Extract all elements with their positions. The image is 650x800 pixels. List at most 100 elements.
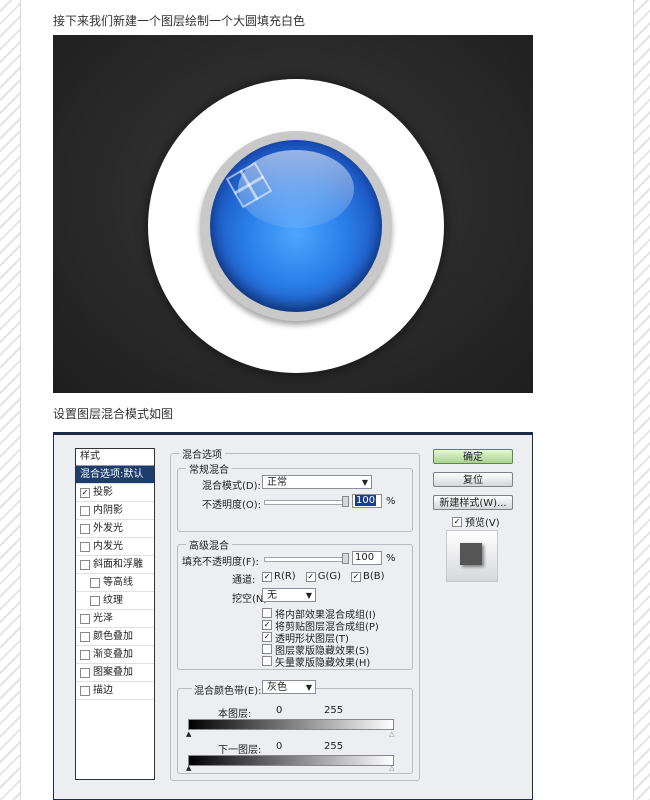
style-item-10[interactable]: 渐变叠加 [76,646,154,664]
ok-button[interactable]: 确定 [433,449,513,464]
white-circle [148,79,444,373]
style-item-6[interactable]: 等高线 [76,574,154,592]
channel-check-icon[interactable]: ✓ [262,571,272,582]
underlying-layer-gradient [188,755,394,766]
styles-header: 样式 [76,449,154,466]
underlying-layer-label: 下一图层: [218,745,262,756]
advanced-option-checkbox[interactable] [262,608,272,618]
advanced-option-checkbox[interactable]: ✓ [262,620,272,630]
fill-opacity-slider[interactable] [264,557,348,562]
style-item-checkbox[interactable] [80,649,90,660]
style-item-label: 纹理 [103,595,123,606]
style-item-8[interactable]: 光泽 [76,610,154,628]
button-render-image [53,35,533,393]
style-item-0[interactable]: 混合选项:默认 [76,466,154,484]
style-item-checkbox[interactable] [80,523,90,534]
chevron-down-icon: ▼ [361,478,368,487]
advanced-option-checkbox[interactable] [262,656,272,666]
channel-checkbox-0[interactable]: ✓ R(R) [262,571,296,582]
advanced-option-label: 矢量蒙版隐藏效果(H) [275,657,371,669]
layer-style-dialog: 样式 混合选项:默认 ✓ 投影 内阴影 外发光 内发光 斜面和浮雕 等高线 纹理 光泽 颜色叠加 渐变… [53,432,533,800]
style-item-label: 投影 [93,487,113,498]
style-item-label: 等高线 [103,577,133,588]
style-item-checkbox[interactable] [80,541,90,552]
style-item-3[interactable]: 外发光 [76,520,154,538]
opacity-label: 不透明度(O): [202,500,262,511]
fill-percent: % [386,553,396,564]
style-item-label: 描边 [93,685,113,696]
channel-label: B(B) [363,571,385,582]
style-item-checkbox[interactable] [80,631,90,642]
style-item-checkbox[interactable] [90,595,100,606]
fill-opacity-slider-knob[interactable] [342,553,349,564]
style-item-7[interactable]: 纹理 [76,592,154,610]
blend-mode-label: 混合模式(D): [202,481,261,492]
channel-label: R(R) [274,571,296,582]
blue-glass-ball [210,140,382,312]
blend-mode-select[interactable]: 正常 ▼ [262,475,372,489]
style-preview [446,530,498,582]
underlying-layer-high: 255 [324,741,344,752]
style-item-checkbox[interactable] [80,667,90,678]
style-item-label: 颜色叠加 [93,631,133,642]
channels-group: ✓ R(R) ✓ G(G) ✓ B(B) [262,571,385,582]
style-item-label: 光泽 [93,613,113,624]
chevron-down-icon: ▼ [305,591,312,600]
underlying-black-handle[interactable]: ▲ [186,765,191,772]
advanced-option-checkbox[interactable]: ✓ [262,632,272,642]
underlying-white-handle[interactable]: △ [389,765,394,772]
general-blending-title: 常规混合 [186,461,232,476]
opacity-slider[interactable] [264,500,348,505]
this-layer-label: 本图层: [218,709,252,720]
preview-checkbox-row[interactable]: ✓ 预览(V) [452,514,500,529]
style-item-checkbox[interactable] [90,577,100,588]
advanced-option-checkbox[interactable] [262,644,272,654]
advanced-blending-title: 高级混合 [186,537,232,552]
style-item-checkbox[interactable] [80,505,90,516]
reset-button[interactable]: 复位 [433,472,513,487]
new-style-button[interactable]: 新建样式(W)... [433,495,513,510]
opacity-value: 100 [355,495,377,506]
channel-check-icon[interactable]: ✓ [351,571,362,582]
style-item-label: 混合选项:默认 [80,469,144,480]
style-item-label: 内发光 [93,541,123,552]
blend-if-select[interactable]: 灰色 ▼ [262,680,316,694]
this-layer-black-handle[interactable]: ▲ [186,731,191,738]
preview-label: 预览(V) [465,518,500,529]
style-item-2[interactable]: 内阴影 [76,502,154,520]
style-item-checkbox[interactable]: ✓ [80,487,90,498]
style-item-checkbox[interactable] [80,559,90,570]
style-item-checkbox[interactable] [80,613,90,624]
this-layer-gradient [188,719,394,730]
channel-checkbox-2[interactable]: ✓ B(B) [351,571,385,582]
style-item-label: 渐变叠加 [93,649,133,660]
style-item-label: 内阴影 [93,505,123,516]
advanced-checkbox-list: 将内部效果混合成组(I) ✓ 将剪贴图层混合成组(P) ✓ 透明形状图层(T) 图层蒙版隐… [262,607,379,669]
knockout-value: 无 [267,590,277,601]
style-item-1[interactable]: ✓ 投影 [76,484,154,502]
opacity-percent: % [386,496,396,507]
preview-checkbox[interactable]: ✓ [452,516,462,527]
blend-mode-value: 正常 [267,477,287,488]
style-item-label: 斜面和浮雕 [93,559,143,570]
this-layer-high: 255 [324,705,344,716]
fill-opacity-label: 填充不透明度(F): [182,557,259,568]
style-item-label: 外发光 [93,523,123,534]
channel-label: G(G) [317,571,342,582]
style-item-12[interactable]: 描边 [76,682,154,700]
style-item-9[interactable]: 颜色叠加 [76,628,154,646]
opacity-input[interactable]: 100 [352,494,382,508]
this-layer-white-handle[interactable]: △ [389,731,394,738]
channel-check-icon[interactable]: ✓ [305,571,316,582]
opacity-slider-knob[interactable] [342,496,349,507]
style-item-5[interactable]: 斜面和浮雕 [76,556,154,574]
style-item-4[interactable]: 内发光 [76,538,154,556]
advanced-option-4[interactable]: 矢量蒙版隐藏效果(H) [262,655,379,669]
style-item-checkbox[interactable] [80,685,90,696]
fill-opacity-input[interactable]: 100 [352,551,382,565]
preview-swatch [460,543,482,565]
channel-checkbox-1[interactable]: ✓ G(G) [305,571,342,582]
style-item-11[interactable]: 图案叠加 [76,664,154,682]
blend-if-label: 混合颜色带(E): [192,682,264,697]
knockout-select[interactable]: 无 ▼ [262,588,316,602]
